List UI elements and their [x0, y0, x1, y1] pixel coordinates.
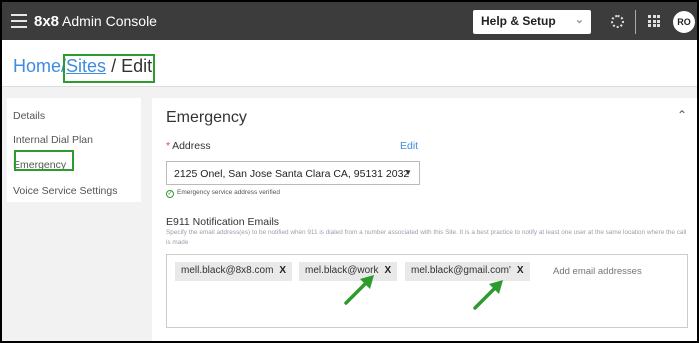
section-title: Emergency: [166, 109, 247, 126]
email-chip: mel.black@gmail.com' X: [405, 262, 530, 281]
check-circle-icon: ✓: [166, 190, 174, 198]
email-chip-label: mel.black@gmail.com': [411, 265, 511, 276]
annotation-highlight-emergency: [14, 150, 74, 171]
breadcrumb-home[interactable]: Home: [13, 56, 61, 76]
address-label: * Address: [166, 140, 211, 152]
e911-description: Specify the email address(es) to be noti…: [166, 229, 687, 246]
address-value: 2125 Onel, San Jose Santa Clara CA, 9513…: [174, 168, 410, 180]
app-brand: 8x8 Admin Console: [34, 13, 157, 30]
annotation-highlight-breadcrumb: [63, 54, 155, 83]
annotation-arrow-icon: [473, 280, 503, 310]
help-setup-label: Help & Setup: [481, 14, 556, 28]
remove-email-icon[interactable]: X: [279, 265, 286, 276]
annotation-arrow-icon: [344, 275, 374, 305]
email-chip: mell.black@8x8.com X: [175, 262, 293, 281]
emergency-panel: Emergency ⌃ * Address Edit 2125 Onel, San…: [152, 98, 697, 341]
sidebar-item-details[interactable]: Details: [13, 110, 45, 122]
required-mark: *: [166, 140, 171, 152]
chevron-down-icon: ⌄: [574, 14, 584, 26]
e911-title: E911 Notification Emails: [166, 216, 280, 228]
sidebar-item-voice-service-settings[interactable]: Voice Service Settings: [13, 185, 117, 197]
verification-status: ✓ Emergency service address verified: [166, 189, 280, 198]
divider: [635, 10, 636, 34]
remove-email-icon[interactable]: X: [517, 265, 524, 276]
avatar[interactable]: RO: [673, 11, 695, 33]
brand-title: Admin Console: [62, 13, 157, 29]
address-select[interactable]: 2125 Onel, San Jose Santa Clara CA, 9513…: [166, 161, 420, 185]
email-tags-input[interactable]: mell.black@8x8.com X mel.black@work X mel.…: [166, 254, 688, 328]
address-edit-link[interactable]: Edit: [400, 140, 418, 152]
brand-logo: 8x8: [34, 13, 60, 30]
app-grid-icon[interactable]: [648, 15, 660, 27]
top-bar: 8x8 Admin Console Help & Setup ⌄ RO: [2, 2, 697, 40]
loading-icon: [611, 15, 624, 28]
verified-text: Emergency service address verified: [177, 189, 280, 196]
app-window: 8x8 Admin Console Help & Setup ⌄ RO Home/S…: [2, 2, 697, 341]
remove-email-icon[interactable]: X: [385, 265, 392, 276]
email-chip-label: mell.black@8x8.com: [181, 265, 274, 276]
add-email-input[interactable]: [553, 266, 673, 277]
help-setup-dropdown[interactable]: Help & Setup ⌄: [473, 10, 591, 34]
menu-icon[interactable]: [11, 14, 27, 28]
dropdown-arrow-icon: ▼: [404, 168, 412, 177]
sidebar-item-internal-dial-plan[interactable]: Internal Dial Plan: [13, 134, 93, 146]
collapse-icon[interactable]: ⌃: [677, 108, 687, 122]
address-label-text: Address: [172, 140, 211, 152]
